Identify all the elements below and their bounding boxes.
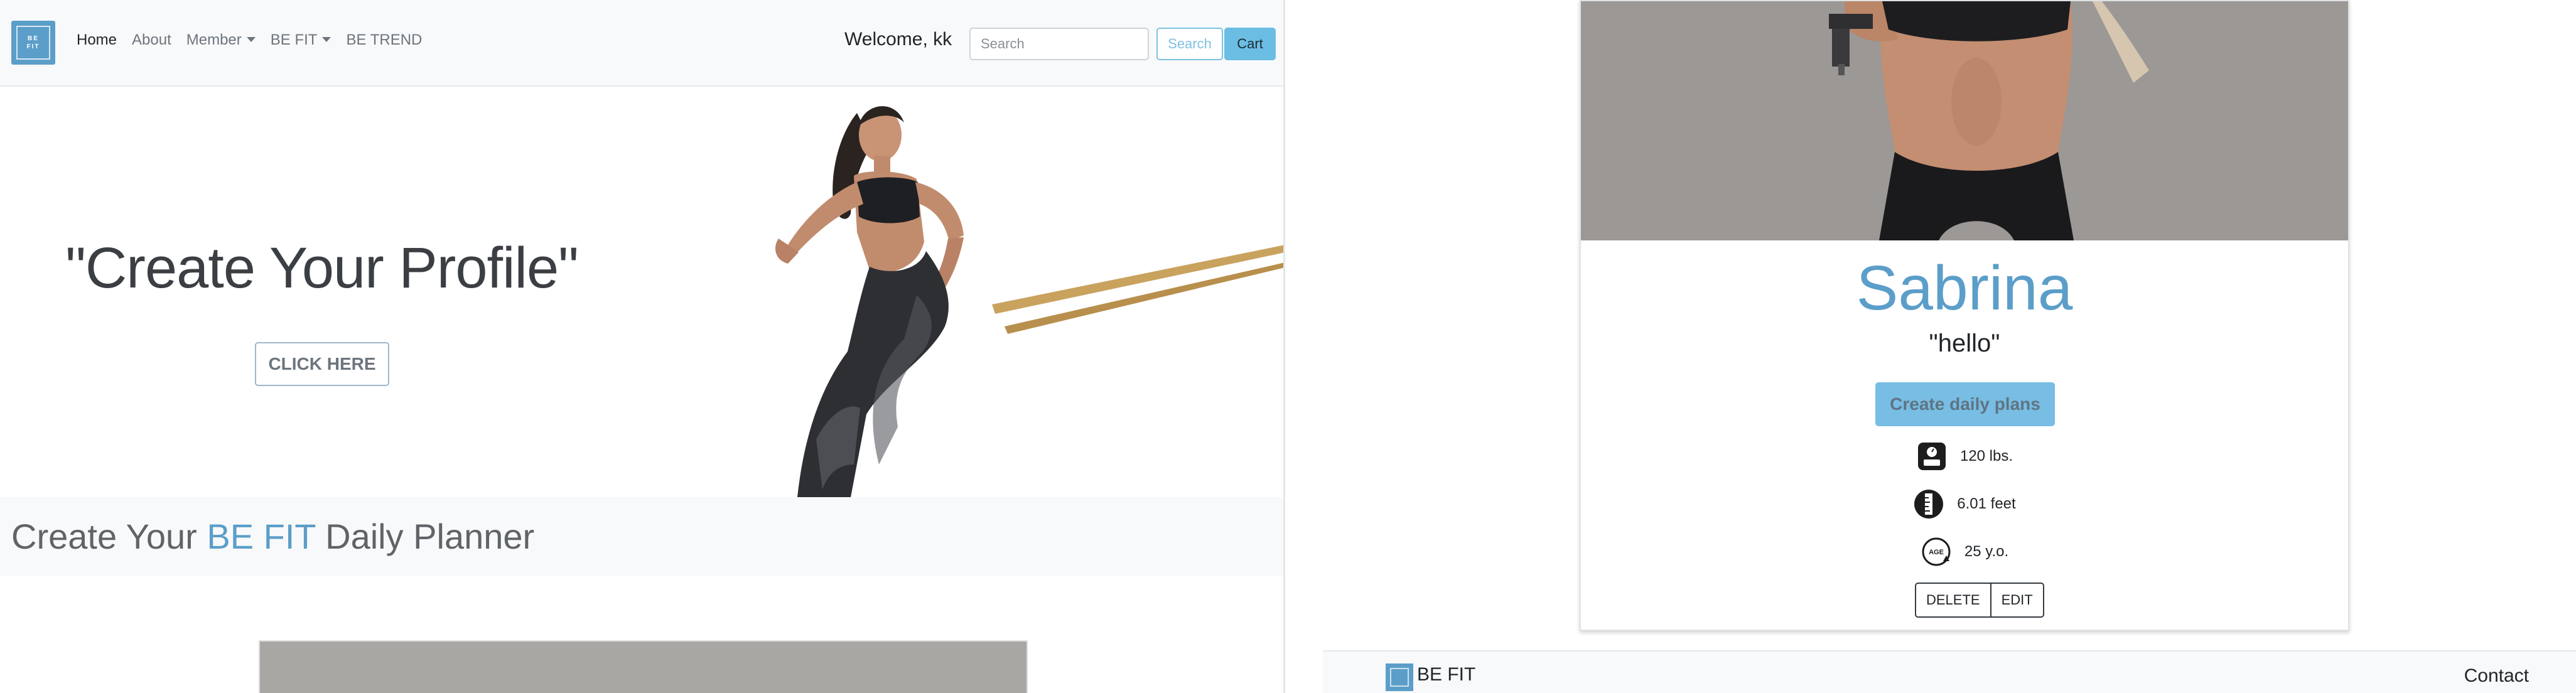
planner-title-accent: BE FIT [207, 517, 316, 556]
footer: BE FIT Contact [1323, 650, 2576, 693]
nav-betrend[interactable]: BE TREND [346, 31, 422, 49]
age-value: 25 y.o. [1964, 543, 2009, 560]
nav-home[interactable]: Home [77, 31, 117, 49]
weight-value: 120 lbs. [1959, 448, 2013, 465]
nav-member-label: Member [186, 31, 242, 48]
delete-button[interactable]: DELETE [1915, 583, 1991, 618]
logo-text-top: BE [28, 35, 39, 42]
search-input[interactable] [969, 28, 1149, 60]
age-icon-label: AGE [1929, 549, 1944, 556]
footer-brand[interactable]: BE FIT [1417, 664, 1475, 685]
edit-button[interactable]: EDIT [1991, 583, 2044, 618]
nav-befit-dropdown[interactable]: BE FIT [271, 31, 331, 49]
footer-contact-link[interactable]: Contact [2464, 665, 2529, 687]
create-daily-plans-button[interactable]: Create daily plans [1875, 382, 2055, 426]
footer-logo-icon[interactable] [1386, 663, 1413, 691]
caret-down-icon [322, 36, 331, 42]
nav-befit-label: BE FIT [270, 31, 318, 48]
age-stat: AGE 25 y.o. [1581, 536, 2348, 567]
profile-photo [1581, 1, 2348, 240]
welcome-text: Welcome, kk [844, 29, 952, 50]
profile-name: Sabrina [1856, 253, 2073, 323]
hero-title: "Create Your Profile" [65, 236, 579, 300]
nav-member-dropdown[interactable]: Member [186, 31, 256, 49]
planner-title-post: Daily Planner [315, 517, 535, 556]
navbar: BE FIT Home About Member BE FIT BE TREND… [0, 0, 1283, 87]
caret-down-icon [246, 36, 256, 42]
weight-stat: 120 lbs. [1581, 441, 2348, 472]
profile-actions: DELETE EDIT [1915, 583, 2044, 618]
planner-banner: Create Your BE FIT Daily Planner [0, 497, 1283, 576]
hero-athlete-image [728, 88, 1283, 497]
ruler-icon [1914, 490, 1944, 518]
age-icon: AGE [1922, 537, 1951, 566]
scale-icon [1917, 443, 1946, 470]
nav-links: Home About Member BE FIT BE TREND [77, 31, 437, 49]
click-here-button[interactable]: CLICK HERE [255, 342, 389, 386]
planner-image [259, 640, 1028, 693]
planner-title: Create Your BE FIT Daily Planner [11, 516, 534, 557]
height-stat: 6.01 feet [1581, 488, 2348, 520]
planner-title-pre: Create Your [11, 517, 207, 556]
logo-text-bottom: FIT [26, 43, 40, 50]
height-value: 6.01 feet [1957, 495, 2016, 512]
logo-icon[interactable]: BE FIT [11, 21, 55, 65]
right-window: Sabrina "hello" Create daily plans 120 l… [1323, 0, 2576, 693]
nav-about[interactable]: About [132, 31, 171, 49]
profile-card: Sabrina "hello" Create daily plans 120 l… [1580, 0, 2349, 631]
hero-section: "Create Your Profile" CLICK HERE [0, 88, 1283, 497]
cart-button[interactable]: Cart [1224, 28, 1276, 60]
search-button[interactable]: Search [1156, 28, 1223, 60]
left-window: BE FIT Home About Member BE FIT BE TREND… [0, 0, 1285, 693]
profile-quote: "hello" [1929, 330, 2000, 357]
